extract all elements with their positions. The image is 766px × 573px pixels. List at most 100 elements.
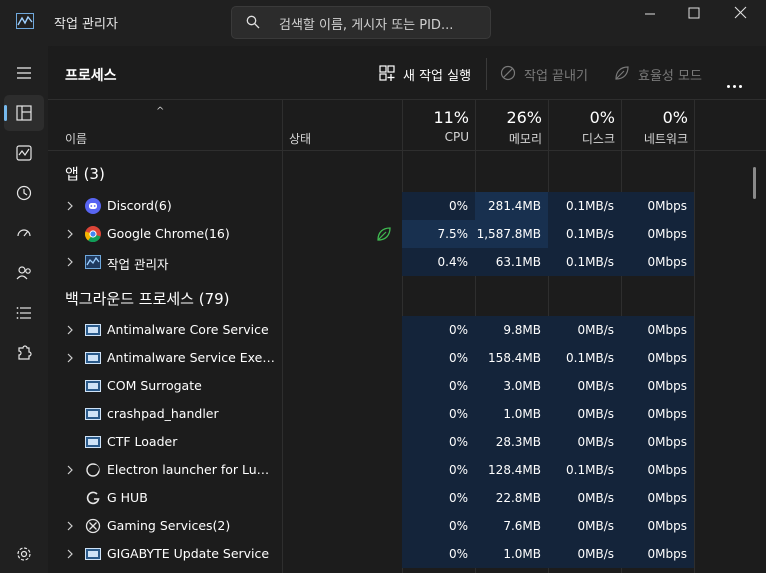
memory-value: 28.3MB	[475, 428, 548, 456]
process-name: crashpad_handler	[107, 406, 219, 421]
group-header-apps[interactable]: 앱 (3)	[48, 151, 766, 193]
task-manager-icon	[85, 255, 101, 269]
column-name[interactable]: 이름	[65, 130, 87, 147]
column-memory[interactable]: 메모리	[475, 130, 542, 147]
service-window-icon	[85, 436, 101, 448]
more-dot-icon	[727, 85, 730, 88]
column-cpu[interactable]: CPU	[402, 130, 469, 144]
nav-startup-apps[interactable]	[4, 215, 44, 251]
lunar-client-icon	[86, 463, 100, 477]
chrome-icon	[85, 226, 101, 242]
service-window-icon	[85, 548, 101, 560]
column-status[interactable]: 상태	[289, 130, 311, 147]
process-name: Electron launcher for Lunar C...	[107, 462, 277, 477]
close-icon[interactable]	[725, 4, 755, 24]
chevron-right-icon[interactable]	[66, 229, 74, 239]
cpu-value: 0%	[402, 372, 475, 400]
network-value: 0Mbps	[621, 316, 694, 344]
settings-icon	[17, 547, 31, 561]
process-name: Gaming Services(2)	[107, 518, 231, 533]
new-task-icon	[379, 65, 395, 81]
disk-value: 0.1MB/s	[548, 220, 621, 248]
end-task-label: 작업 끝내기	[524, 69, 588, 84]
table-row[interactable]: Gaming Services(2) 0% 7.6MB 0MB/s 0Mbps	[48, 512, 766, 540]
process-name: Google Chrome(16)	[107, 226, 230, 241]
network-value: 0Mbps	[621, 248, 694, 276]
search-box[interactable]: 검색할 이름, 게시자 또는 PID...	[231, 6, 491, 39]
disk-value: 0MB/s	[548, 428, 621, 456]
services-icon	[18, 345, 32, 360]
chevron-right-icon[interactable]	[66, 325, 74, 335]
table-row[interactable]: GIGABYTE Update Service 0% 1.0MB 0MB/s 0…	[48, 540, 766, 568]
nav-services[interactable]	[4, 335, 44, 371]
xbox-icon	[85, 518, 101, 534]
memory-value: 158.4MB	[475, 344, 548, 372]
more-options-button[interactable]	[727, 73, 745, 92]
cpu-value: 0%	[402, 512, 475, 540]
disk-value: 0MB/s	[548, 372, 621, 400]
disk-value: 0MB/s	[548, 512, 621, 540]
hamburger-menu-button[interactable]	[4, 55, 44, 91]
hamburger-icon	[17, 67, 31, 79]
efficiency-leaf-icon	[377, 227, 391, 241]
nav-processes[interactable]	[4, 95, 44, 131]
chevron-right-icon[interactable]	[66, 353, 74, 363]
process-name: Antimalware Core Service	[107, 322, 269, 337]
more-dot-icon	[733, 85, 736, 88]
network-value: 0Mbps	[621, 484, 694, 512]
group-header-background[interactable]: 백그라운드 프로세스 (79)	[48, 276, 766, 318]
startup-apps-icon	[17, 229, 31, 237]
service-window-icon	[85, 380, 101, 392]
chevron-right-icon[interactable]	[66, 201, 74, 211]
disk-value: 0.1MB/s	[548, 344, 621, 372]
nav-app-history[interactable]	[4, 175, 44, 211]
cpu-value: 0%	[402, 540, 475, 568]
window-title: 작업 관리자	[54, 17, 118, 32]
column-header: ^ 이름 상태 11% CPU 26% 메모리 0% 디스크 0% 네트워크	[48, 100, 766, 150]
table-row[interactable]: CTF Loader 0% 28.3MB 0MB/s 0Mbps	[48, 428, 766, 456]
cpu-value: 0%	[402, 192, 475, 220]
table-row[interactable]: COM Surrogate 0% 3.0MB 0MB/s 0Mbps	[48, 372, 766, 400]
network-value: 0Mbps	[621, 512, 694, 540]
group-title: 백그라운드 프로세스 (79)	[65, 290, 230, 308]
search-icon	[246, 15, 260, 29]
process-name: GIGABYTE Update Service	[107, 546, 270, 561]
table-row[interactable]: Electron launcher for Lunar C... 0% 128.…	[48, 456, 766, 484]
chevron-right-icon[interactable]	[66, 521, 74, 531]
cpu-value: 7.5%	[402, 220, 475, 248]
chevron-right-icon[interactable]	[66, 465, 74, 475]
process-name: COM Surrogate	[107, 378, 202, 393]
chevron-right-icon[interactable]	[66, 257, 74, 267]
table-row[interactable]: crashpad_handler 0% 1.0MB 0MB/s 0Mbps	[48, 400, 766, 428]
table-row[interactable]: G HUB 0% 22.8MB 0MB/s 0Mbps	[48, 484, 766, 512]
network-total: 0%	[662, 108, 688, 127]
nav-details[interactable]	[4, 295, 44, 331]
nav-performance[interactable]	[4, 135, 44, 171]
column-disk[interactable]: 디스크	[548, 130, 615, 147]
column-network[interactable]: 네트워크	[621, 130, 688, 147]
maximize-icon[interactable]	[679, 4, 709, 24]
cpu-value: 0.4%	[402, 248, 475, 276]
nav-settings[interactable]	[4, 536, 44, 572]
cpu-value: 0%	[402, 456, 475, 484]
app-history-icon	[16, 185, 32, 201]
vertical-scrollbar[interactable]	[753, 167, 756, 199]
table-row[interactable]: Discord(6) 0% 281.4MB 0.1MB/s 0Mbps	[48, 192, 766, 220]
memory-value: 3.0MB	[475, 372, 548, 400]
search-placeholder: 검색할 이름, 게시자 또는 PID...	[279, 18, 454, 33]
table-row[interactable]: Antimalware Service Executa... 0% 158.4M…	[48, 344, 766, 372]
network-value: 0Mbps	[621, 428, 694, 456]
table-row[interactable]: Antimalware Core Service 0% 9.8MB 0MB/s …	[48, 316, 766, 344]
network-value: 0Mbps	[621, 344, 694, 372]
table-row[interactable]: Google Chrome(16) 7.5% 1,587.8MB 0.1MB/s…	[48, 220, 766, 248]
memory-value: 22.8MB	[475, 484, 548, 512]
table-row[interactable]: 작업 관리자 0.4% 63.1MB 0.1MB/s 0Mbps	[48, 248, 766, 276]
cpu-value: 0%	[402, 400, 475, 428]
title-bar: 작업 관리자 검색할 이름, 게시자 또는 PID...	[0, 0, 766, 46]
minimize-icon[interactable]	[635, 4, 665, 24]
processes-icon	[16, 105, 32, 121]
network-value: 0Mbps	[621, 220, 694, 248]
network-value: 0Mbps	[621, 456, 694, 484]
chevron-right-icon[interactable]	[66, 549, 74, 559]
nav-users[interactable]	[4, 255, 44, 291]
